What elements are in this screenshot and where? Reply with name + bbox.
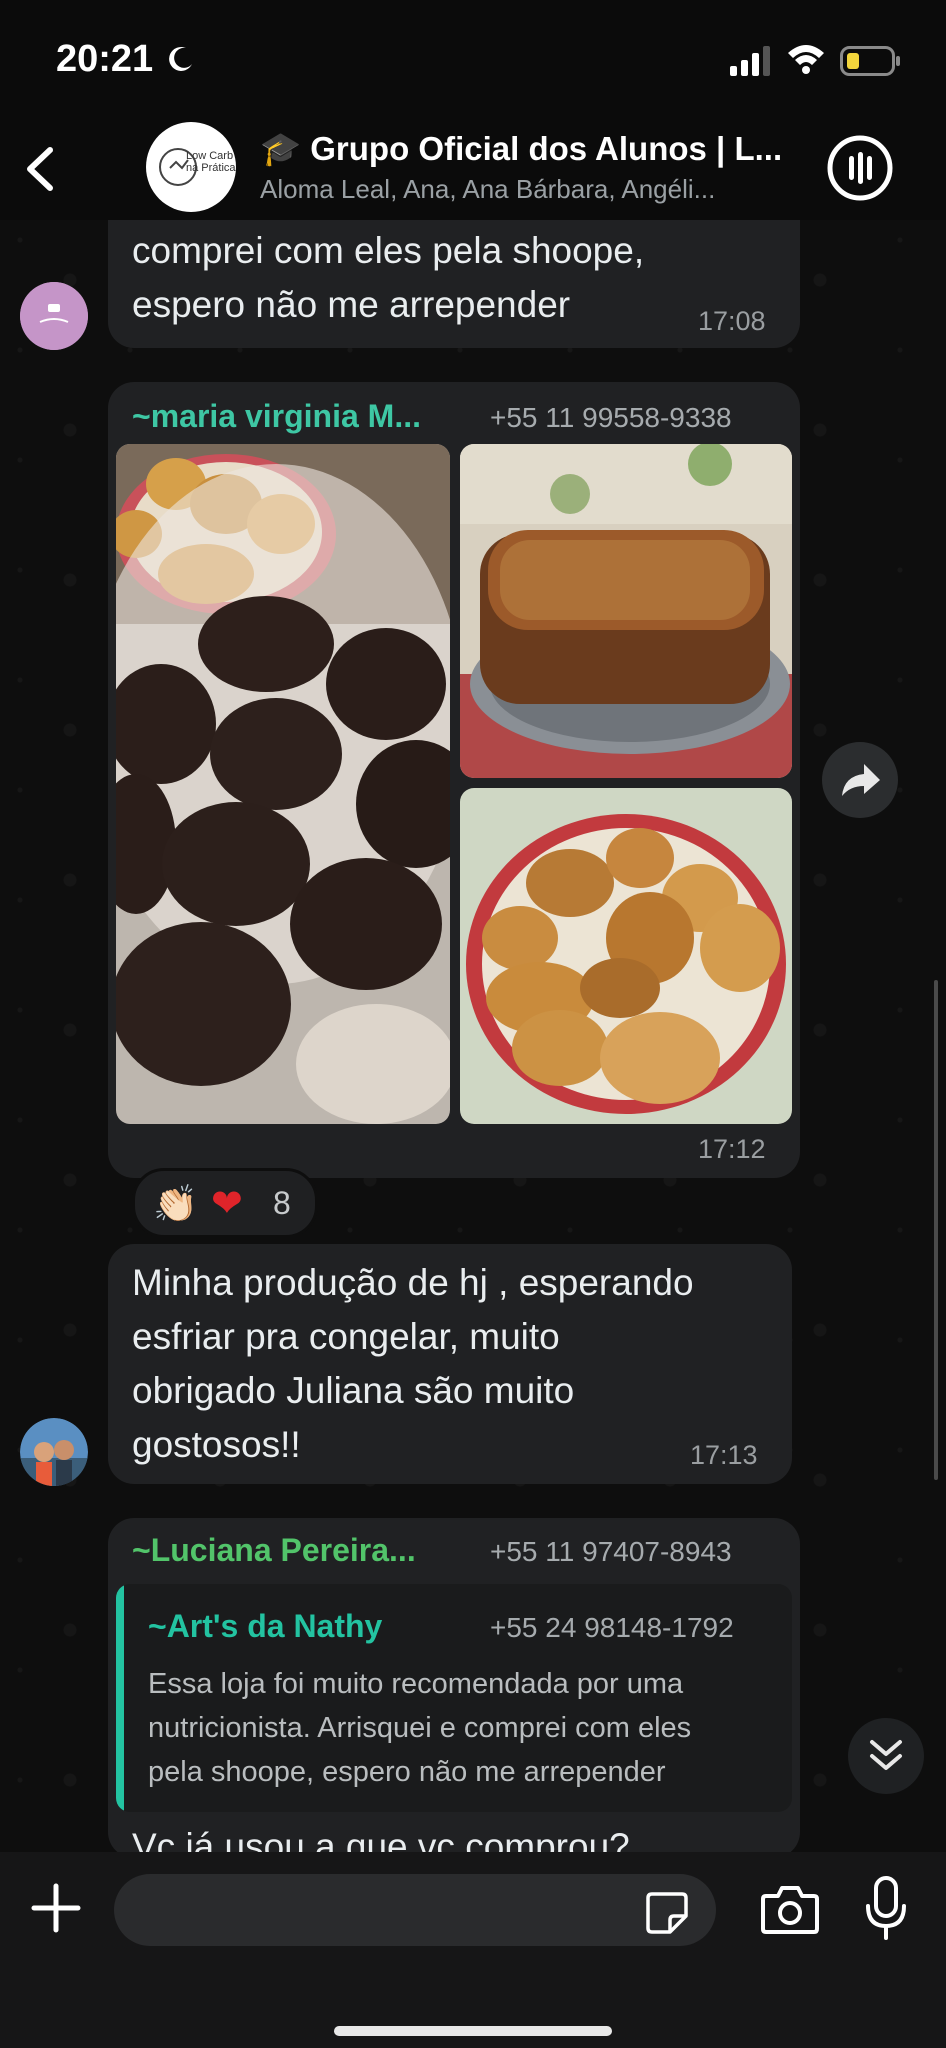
status-bar: 20:21 bbox=[0, 0, 946, 120]
message-input[interactable] bbox=[114, 1874, 716, 1946]
message-text: comprei com eles pela shoope, bbox=[132, 230, 645, 271]
sender-phone[interactable]: +55 11 97407-8943 bbox=[490, 1536, 732, 1568]
group-title[interactable]: 🎓 Grupo Oficial dos Alunos | L... bbox=[260, 130, 800, 169]
chat-header: Low Carb na Prática 🎓 Grupo Oficial dos … bbox=[0, 120, 946, 220]
cake-image bbox=[460, 444, 792, 778]
message-text: obrigado Juliana são muito bbox=[132, 1370, 575, 1411]
sticker-button[interactable] bbox=[644, 1890, 690, 1936]
sender-name[interactable]: ~Luciana Pereira... bbox=[132, 1532, 416, 1569]
quoted-sender-name: ~Art's da Nathy bbox=[148, 1608, 383, 1644]
quoted-text: nutricionista. Arrisquei e comprei com e… bbox=[148, 1712, 692, 1744]
signal-icon bbox=[730, 46, 770, 76]
camera-button[interactable] bbox=[760, 1884, 820, 1936]
battery-icon bbox=[840, 46, 900, 76]
home-indicator bbox=[334, 2026, 612, 2036]
message-text: Minha produção de hj , esperando bbox=[132, 1262, 694, 1303]
quote-accent-bar bbox=[116, 1584, 124, 1812]
sender-avatar-arts[interactable] bbox=[20, 282, 88, 350]
scroll-down-button[interactable] bbox=[848, 1718, 924, 1794]
sender-avatar[interactable] bbox=[20, 1418, 88, 1486]
group-avatar[interactable]: Low Carb na Prática bbox=[146, 122, 236, 212]
quoted-sender-phone: +55 24 98148-1792 bbox=[490, 1612, 734, 1643]
group-members[interactable]: Aloma Leal, Ana, Ana Bárbara, Angéli... bbox=[260, 174, 800, 205]
sender-name[interactable]: ~maria virginia M... bbox=[132, 398, 421, 435]
message-text: espero não me arrepender bbox=[132, 284, 571, 325]
scrollbar[interactable] bbox=[934, 980, 938, 1480]
wifi-icon bbox=[788, 45, 824, 74]
brownies-image bbox=[116, 444, 450, 1124]
forward-button[interactable] bbox=[822, 742, 898, 818]
heart-emoji: ❤ bbox=[211, 1183, 243, 1225]
quoted-text: Essa loja foi muito recomendada por uma bbox=[148, 1668, 684, 1700]
message-time: 17:08 bbox=[698, 306, 766, 336]
couple-photo-icon bbox=[20, 1418, 88, 1486]
input-bar bbox=[0, 1852, 946, 2048]
pastries-image bbox=[460, 788, 792, 1124]
message-time: 17:12 bbox=[698, 1134, 766, 1164]
forward-icon bbox=[842, 764, 880, 796]
attach-button[interactable] bbox=[30, 1882, 82, 1934]
group-call-button[interactable] bbox=[824, 132, 896, 204]
status-time: 20:21 bbox=[56, 38, 154, 80]
double-chevron-down-icon bbox=[870, 1740, 902, 1770]
message-bubble[interactable]: comprei com eles pela shoope, espero não… bbox=[108, 220, 800, 348]
clap-emoji: 👏🏻 bbox=[153, 1183, 198, 1224]
quoted-text: pela shoope, espero não me arrepender bbox=[148, 1756, 666, 1788]
photo-brownies[interactable] bbox=[116, 444, 450, 1124]
reaction-count: 8 bbox=[273, 1185, 291, 1221]
photo-savory-pastries[interactable] bbox=[460, 788, 792, 1124]
moon-icon bbox=[169, 46, 192, 71]
microphone-button[interactable] bbox=[864, 1876, 908, 1940]
photo-message-bubble[interactable]: ~maria virginia M... +55 11 99558-9338 1… bbox=[108, 382, 800, 1178]
message-text: gostosos!! bbox=[132, 1424, 301, 1465]
back-button[interactable] bbox=[14, 136, 64, 202]
sewing-logo-icon bbox=[20, 282, 88, 350]
reaction-pill[interactable]: 👏🏻 ❤ 8 bbox=[132, 1168, 318, 1238]
message-text: esfriar pra congelar, muito bbox=[132, 1316, 560, 1357]
group-avatar-label: Low Carb na Prática bbox=[186, 150, 236, 174]
sender-phone[interactable]: +55 11 99558-9338 bbox=[490, 402, 732, 434]
photo-cake[interactable] bbox=[460, 444, 792, 778]
message-time: 17:13 bbox=[690, 1440, 758, 1470]
message-bubble[interactable]: Minha produção de hj , esperando esfriar… bbox=[108, 1244, 792, 1484]
quoted-message[interactable]: ~Art's da Nathy +55 24 98148-1792 Essa l… bbox=[116, 1584, 792, 1812]
